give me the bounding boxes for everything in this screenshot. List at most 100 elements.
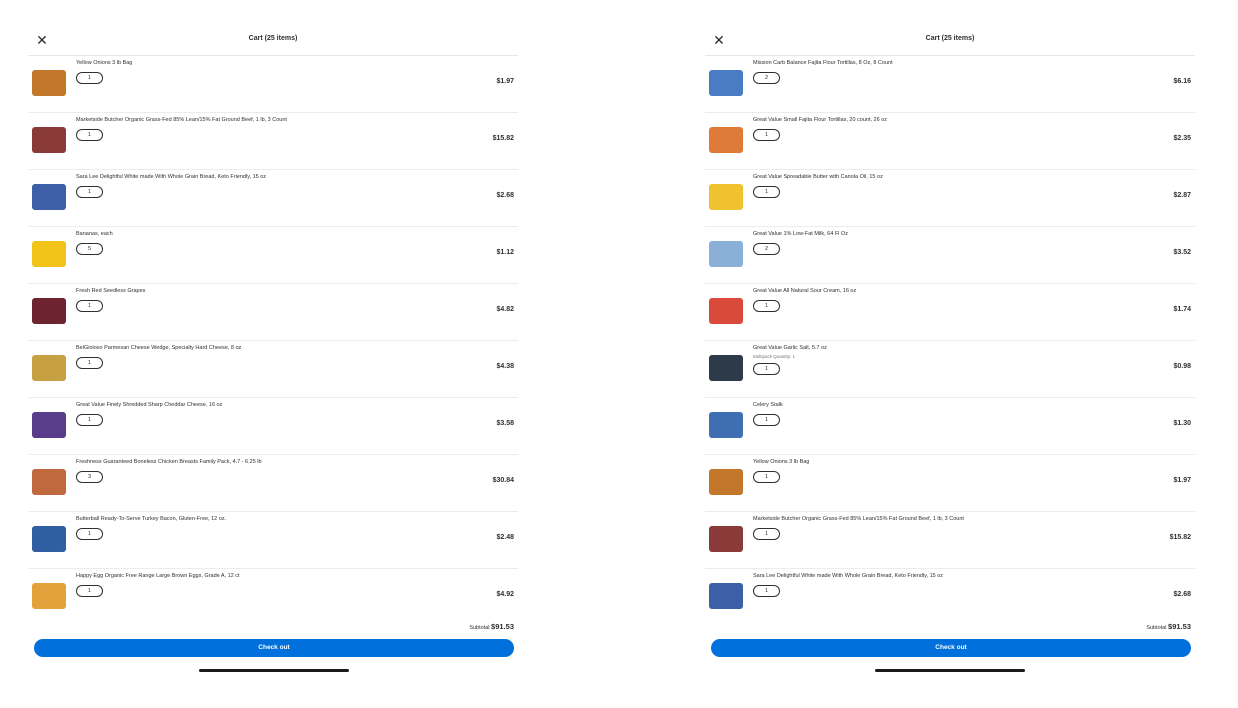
subtotal-label: Subtotal — [469, 625, 490, 631]
product-thumbnail[interactable] — [709, 184, 743, 210]
product-thumbnail[interactable] — [709, 70, 743, 96]
quantity-stepper[interactable]: 1 — [76, 300, 103, 312]
subtotal: Subtotal $91.53 — [1146, 622, 1191, 631]
cart-title: Cart (25 items) — [925, 35, 975, 42]
quantity-stepper[interactable]: 1 — [76, 414, 103, 426]
product-thumbnail[interactable] — [709, 355, 743, 381]
cart-item: Mission Carb Balance Fajita Flour Tortil… — [705, 56, 1195, 113]
product-name[interactable]: Great Value Spreadable Butter with Canol… — [753, 174, 1093, 180]
item-price: $1.97 — [496, 78, 514, 85]
quantity-stepper[interactable]: 1 — [76, 357, 103, 369]
home-indicator — [199, 669, 349, 672]
product-thumbnail[interactable] — [32, 526, 66, 552]
product-name[interactable]: Great Value Garlic Salt, 5.7 oz — [753, 345, 1093, 351]
item-price: $2.35 — [1173, 135, 1191, 142]
product-name[interactable]: Great Value Small Fajita Flour Tortillas… — [753, 117, 1093, 123]
item-price: $30.84 — [492, 477, 514, 484]
product-name[interactable]: Bananas, each — [76, 231, 416, 237]
product-name[interactable]: Great Value 1% Low-Fat Milk, 64 Fl Oz — [753, 231, 1093, 237]
product-thumbnail[interactable] — [32, 583, 66, 609]
product-thumbnail[interactable] — [709, 583, 743, 609]
product-name[interactable]: Marketside Butcher Organic Grass-Fed 85%… — [76, 117, 416, 123]
item-price: $4.92 — [496, 591, 514, 598]
cart-item: Happy Egg Organic Free Range Large Brown… — [28, 569, 518, 616]
subtotal-amount: $91.53 — [491, 622, 514, 631]
quantity-stepper[interactable]: 1 — [76, 528, 103, 540]
quantity-stepper[interactable]: 2 — [753, 72, 780, 84]
product-name[interactable]: BelGioioso Parmesan Cheese Wedge, Specia… — [76, 345, 416, 351]
cart-panel-left: ✕ Cart (25 items) Yellow Onions 3 lb Bag… — [28, 26, 518, 676]
product-name[interactable]: Yellow Onions 3 lb Bag — [753, 459, 1093, 465]
product-name[interactable]: Sara Lee Delightful White made With Whol… — [753, 573, 1093, 579]
product-thumbnail[interactable] — [32, 469, 66, 495]
product-name[interactable]: Mission Carb Balance Fajita Flour Tortil… — [753, 60, 1093, 66]
product-name[interactable]: Sara Lee Delightful White made With Whol… — [76, 174, 416, 180]
item-price: $3.52 — [1173, 249, 1191, 256]
item-price: $6.16 — [1173, 78, 1191, 85]
product-name[interactable]: Celery Stalk — [753, 402, 1093, 408]
cart-item-list[interactable]: Yellow Onions 3 lb Bag 1 $1.97 Marketside B… — [28, 56, 518, 616]
product-thumbnail[interactable] — [32, 298, 66, 324]
product-thumbnail[interactable] — [709, 469, 743, 495]
cart-item: Sara Lee Delightful White made With Whol… — [28, 170, 518, 227]
subtotal-label: Subtotal — [1146, 625, 1167, 631]
cart-title: Cart (25 items) — [248, 35, 298, 42]
cart-item: Yellow Onions 3 lb Bag 1 $1.97 — [28, 56, 518, 113]
quantity-stepper[interactable]: 3 — [76, 471, 103, 483]
product-name[interactable]: Great Value All Natural Sour Cream, 16 o… — [753, 288, 1093, 294]
checkout-button[interactable]: Check out — [34, 639, 514, 657]
quantity-stepper[interactable]: 1 — [76, 585, 103, 597]
product-thumbnail[interactable] — [32, 241, 66, 267]
quantity-stepper[interactable]: 1 — [753, 300, 780, 312]
quantity-stepper[interactable]: 1 — [76, 72, 103, 84]
product-thumbnail[interactable] — [32, 184, 66, 210]
product-thumbnail[interactable] — [32, 127, 66, 153]
quantity-stepper[interactable]: 1 — [753, 585, 780, 597]
product-thumbnail[interactable] — [709, 412, 743, 438]
quantity-stepper[interactable]: 2 — [753, 243, 780, 255]
cart-item: Great Value Spreadable Butter with Canol… — [705, 170, 1195, 227]
product-thumbnail[interactable] — [709, 127, 743, 153]
item-price: $2.68 — [1173, 591, 1191, 598]
product-thumbnail[interactable] — [32, 70, 66, 96]
quantity-stepper[interactable]: 1 — [76, 186, 103, 198]
quantity-stepper[interactable]: 1 — [753, 471, 780, 483]
checkout-button[interactable]: Check out — [711, 639, 1191, 657]
cart-item: Great Value Finely Shredded Sharp Chedda… — [28, 398, 518, 455]
subtotal-amount: $91.53 — [1168, 622, 1191, 631]
quantity-stepper[interactable]: 5 — [76, 243, 103, 255]
product-thumbnail[interactable] — [32, 355, 66, 381]
cart-item: Bananas, each 5 $1.12 — [28, 227, 518, 284]
item-price: $2.68 — [496, 192, 514, 199]
cart-item: BelGioioso Parmesan Cheese Wedge, Specia… — [28, 341, 518, 398]
cart-header: ✕ Cart (25 items) — [28, 26, 518, 56]
cart-item-list[interactable]: Mission Carb Balance Fajita Flour Tortil… — [705, 56, 1195, 616]
cart-item: Marketside Butcher Organic Grass-Fed 85%… — [28, 113, 518, 170]
cart-item: Fresh Red Seedless Grapes 1 $4.82 — [28, 284, 518, 341]
item-price: $1.30 — [1173, 420, 1191, 427]
quantity-stepper[interactable]: 1 — [753, 414, 780, 426]
product-name[interactable]: Freshness Guaranteed Boneless Chicken Br… — [76, 459, 416, 465]
product-name[interactable]: Fresh Red Seedless Grapes — [76, 288, 416, 294]
cart-item: Celery Stalk 1 $1.30 — [705, 398, 1195, 455]
product-thumbnail[interactable] — [709, 526, 743, 552]
item-price: $1.74 — [1173, 306, 1191, 313]
product-name[interactable]: Happy Egg Organic Free Range Large Brown… — [76, 573, 416, 579]
quantity-stepper[interactable]: 1 — [76, 129, 103, 141]
quantity-stepper[interactable]: 1 — [753, 186, 780, 198]
home-indicator — [875, 669, 1025, 672]
item-price: $15.82 — [1169, 534, 1191, 541]
product-thumbnail[interactable] — [32, 412, 66, 438]
item-price: $4.82 — [496, 306, 514, 313]
product-thumbnail[interactable] — [709, 241, 743, 267]
quantity-stepper[interactable]: 1 — [753, 528, 780, 540]
product-thumbnail[interactable] — [709, 298, 743, 324]
quantity-stepper[interactable]: 1 — [753, 129, 780, 141]
product-name[interactable]: Great Value Finely Shredded Sharp Chedda… — [76, 402, 416, 408]
product-name[interactable]: Marketside Butcher Organic Grass-Fed 85%… — [753, 516, 1093, 522]
product-name[interactable]: Butterball Ready-To-Serve Turkey Bacon, … — [76, 516, 416, 522]
item-price: $2.87 — [1173, 192, 1191, 199]
quantity-stepper[interactable]: 1 — [753, 363, 780, 375]
product-name[interactable]: Yellow Onions 3 lb Bag — [76, 60, 416, 66]
cart-panel-right: ✕ Cart (25 items) Mission Carb Balance F… — [705, 26, 1195, 676]
